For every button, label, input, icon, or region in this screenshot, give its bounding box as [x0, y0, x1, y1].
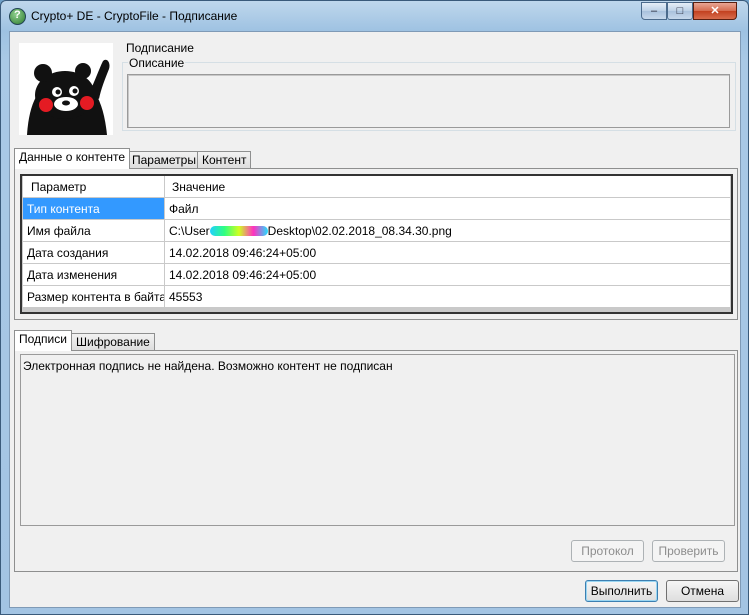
description-legend: Описание	[128, 56, 186, 70]
redacted-username	[209, 226, 268, 237]
cell-param[interactable]: Дата изменения	[22, 263, 165, 286]
bear-mascot-icon	[19, 43, 113, 135]
close-icon: ✕	[710, 5, 720, 17]
file-path-prefix: C:\User	[169, 223, 210, 238]
grid-bottom-bar	[22, 307, 731, 312]
cell-value[interactable]: Файл	[164, 197, 731, 220]
table-row[interactable]: Тип контента Файл	[22, 197, 731, 220]
maximize-button[interactable]: □	[667, 2, 693, 20]
protocol-button[interactable]: Протокол	[571, 540, 644, 562]
tab-content[interactable]: Контент	[197, 151, 252, 169]
table-row[interactable]: Дата изменения 14.02.2018 09:46:24+05:00	[22, 263, 731, 286]
cell-value[interactable]: C:\User Desktop\02.02.2018_08.34.30.png	[164, 219, 731, 242]
content-data-table: Параметр Значение Тип контента Файл Имя …	[22, 176, 731, 308]
tab-parameters[interactable]: Параметры	[127, 151, 201, 169]
table-row[interactable]: Размер контента в байтах 45553	[22, 285, 731, 308]
app-window: Crypto+ DE - CryptoFile - Подписание – □…	[0, 0, 749, 615]
verify-button[interactable]: Проверить	[652, 540, 725, 562]
signature-message: Электронная подпись не найдена. Возможно…	[23, 359, 393, 373]
app-icon[interactable]	[9, 8, 26, 25]
cancel-button[interactable]: Отмена	[666, 580, 739, 602]
section-label: Подписание	[126, 41, 194, 55]
tab-encryption[interactable]: Шифрование	[71, 333, 155, 351]
cell-value[interactable]: 14.02.2018 09:46:24+05:00	[164, 241, 731, 264]
cell-param[interactable]: Размер контента в байтах	[22, 285, 165, 308]
cell-value[interactable]: 14.02.2018 09:46:24+05:00	[164, 263, 731, 286]
maximize-icon: □	[676, 5, 684, 17]
file-path-suffix: Desktop\02.02.2018_08.34.30.png	[267, 223, 452, 238]
column-header-parameter[interactable]: Параметр	[22, 176, 165, 198]
cell-param[interactable]: Тип контента	[22, 197, 165, 220]
window-title: Crypto+ DE - CryptoFile - Подписание	[31, 9, 238, 23]
content-data-grid[interactable]: Параметр Значение Тип контента Файл Имя …	[20, 174, 733, 314]
cell-param[interactable]: Имя файла	[22, 219, 165, 242]
description-field[interactable]	[127, 74, 730, 128]
logo-image	[19, 43, 113, 135]
column-header-value[interactable]: Значение	[164, 176, 731, 198]
tab-content-data[interactable]: Данные о контенте	[14, 148, 131, 169]
close-button[interactable]: ✕	[693, 2, 737, 20]
minimize-icon: –	[650, 5, 658, 17]
tab-signatures[interactable]: Подписи	[14, 330, 72, 351]
cell-param[interactable]: Дата создания	[22, 241, 165, 264]
minimize-button[interactable]: –	[641, 2, 667, 20]
table-row[interactable]: Имя файла C:\User Desktop\02.02.2018_08.3…	[22, 219, 731, 242]
title-bar[interactable]: Crypto+ DE - CryptoFile - Подписание – □…	[1, 1, 748, 31]
table-header-row: Параметр Значение	[22, 176, 731, 198]
dialog-client-area: Подписание Описание Данные о контенте Па…	[9, 31, 741, 608]
signature-message-area: Электронная подпись не найдена. Возможно…	[20, 354, 735, 526]
table-row[interactable]: Дата создания 14.02.2018 09:46:24+05:00	[22, 241, 731, 264]
cell-value[interactable]: 45553	[164, 285, 731, 308]
execute-button[interactable]: Выполнить	[585, 580, 658, 602]
